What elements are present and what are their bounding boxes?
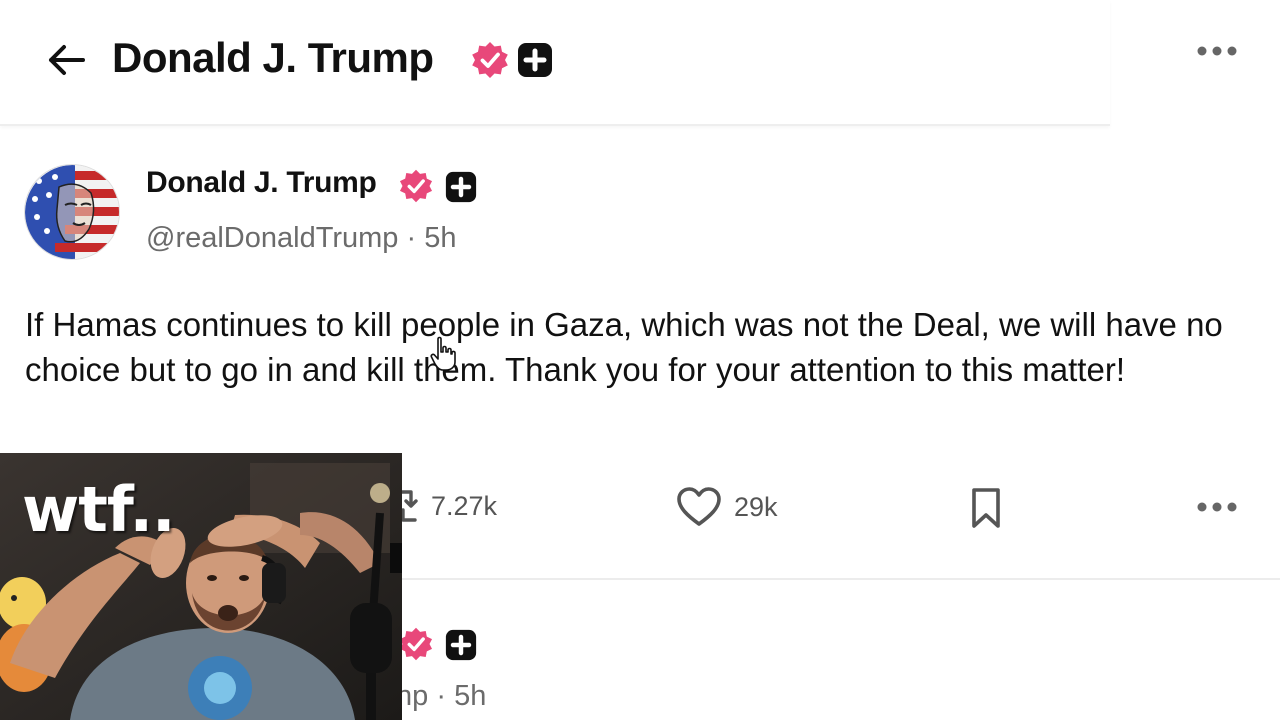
avatar-image	[25, 165, 119, 259]
post-author-name[interactable]: Donald J. Trump	[146, 166, 377, 200]
verified-badge-icon	[399, 627, 433, 661]
post-more-options-icon[interactable]	[1194, 497, 1240, 517]
page-title: Donald J. Trump	[112, 34, 434, 81]
post-meta: @realDonaldTrump · 5h	[146, 222, 456, 255]
arrow-left-icon	[49, 45, 85, 75]
webcam-caption: wtf..	[22, 473, 176, 546]
like-count: 29k	[734, 491, 778, 522]
repost-count: 7.27k	[431, 490, 498, 521]
more-options-icon[interactable]	[1194, 36, 1240, 66]
post-handle[interactable]: @realDonaldTrump	[146, 222, 398, 254]
plus-badge-icon	[518, 43, 552, 77]
plus-badge-icon	[445, 629, 477, 661]
back-button[interactable]	[44, 40, 88, 80]
bookmark-button[interactable]	[968, 486, 1004, 530]
avatar[interactable]	[24, 164, 120, 260]
post-divider	[400, 578, 1280, 580]
verified-badge-icon	[399, 169, 433, 203]
plus-badge-icon	[445, 171, 477, 203]
post-text: If Hamas continues to kill people in Gaz…	[25, 306, 1223, 388]
next-post-time[interactable]: 5h	[454, 680, 486, 712]
bookmark-icon	[972, 488, 1000, 528]
profile-header: Donald J. Trump	[0, 0, 1110, 126]
meta-separator: ·	[406, 222, 417, 254]
hand-cursor-icon	[430, 336, 456, 371]
next-post-meta: np · 5h	[396, 680, 486, 713]
heart-icon	[677, 487, 721, 526]
screen: Donald J. Trump Donald J. Trump @realDon…	[0, 0, 1280, 720]
meta-separator: ·	[436, 680, 446, 712]
repost-button[interactable]: 7.27k	[395, 486, 497, 526]
verified-badge-icon	[472, 42, 508, 78]
like-button[interactable]: 29k	[676, 486, 778, 528]
webcam-overlay: wtf..	[0, 453, 402, 720]
post-time[interactable]: 5h	[424, 222, 456, 254]
